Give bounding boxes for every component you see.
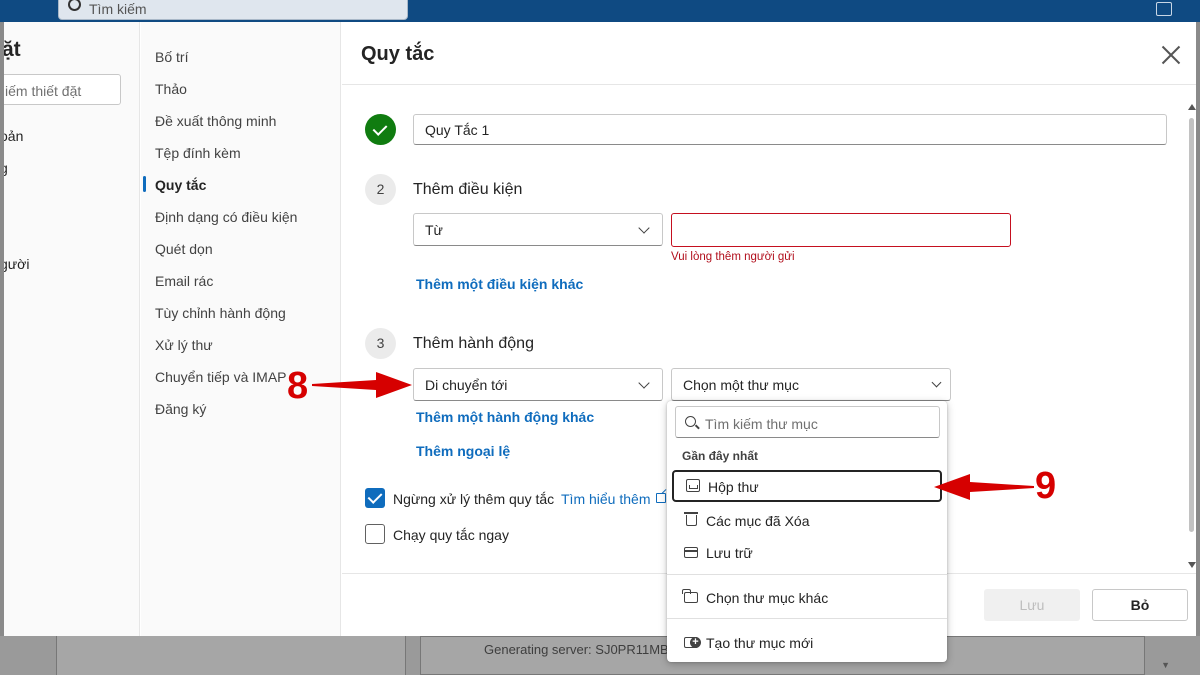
- step-number-2: 2: [365, 174, 396, 205]
- settings-category-column: ặt iếm thiết đặt oản g gười: [4, 22, 140, 636]
- add-action-title: Thêm hành động: [413, 335, 534, 352]
- sender-input[interactable]: [671, 213, 1011, 247]
- settings-search-input[interactable]: iếm thiết đặt: [4, 74, 121, 105]
- app-search-placeholder: Tìm kiếm: [89, 1, 147, 17]
- action-dropdown[interactable]: Di chuyển tới: [413, 368, 663, 401]
- discard-button[interactable]: Bỏ: [1092, 589, 1188, 621]
- learn-more-link[interactable]: Tìm hiểu thêm: [561, 491, 650, 507]
- settings-nav-column: Bố trí Thảo Đề xuất thông minh Tệp đính …: [141, 22, 341, 636]
- app-search-box[interactable]: Tìm kiếm: [58, 0, 408, 20]
- folder-search-input[interactable]: Tìm kiếm thư mục: [675, 406, 940, 438]
- new-folder-icon: [684, 637, 701, 648]
- annotation-number-9: 9: [1035, 465, 1057, 507]
- folder-icon: [682, 589, 698, 603]
- background-scroll-arrow-icon: ▼: [1161, 660, 1170, 670]
- folder-dropdown[interactable]: Chọn một thư mục: [671, 368, 951, 401]
- folder-search-placeholder: Tìm kiếm thư mục: [705, 416, 818, 432]
- add-exception-link[interactable]: Thêm ngoại lệ: [416, 443, 510, 459]
- nav-item-message-handling[interactable]: Xử lý thư: [155, 337, 213, 353]
- chevron-down-icon: [638, 377, 650, 389]
- recent-folders-heading: Gần đây nhất: [682, 449, 759, 463]
- search-icon: [68, 0, 81, 11]
- nav-item-attachments[interactable]: Tệp đính kèm: [155, 145, 241, 161]
- category-accounts[interactable]: oản: [4, 128, 23, 144]
- annotation-number-8: 8: [287, 365, 309, 407]
- run-now-checkbox[interactable]: [365, 524, 385, 544]
- condition-dropdown-value: Từ: [425, 222, 443, 238]
- page-title: Quy tắc: [361, 43, 435, 65]
- settings-dialog: ặt iếm thiết đặt oản g gười Bố trí Thảo …: [4, 22, 1196, 636]
- add-action-link[interactable]: Thêm một hành động khác: [416, 409, 594, 425]
- folder-item-label: Lưu trữ: [706, 545, 753, 561]
- scrollbar[interactable]: [1187, 102, 1196, 572]
- create-new-folder-item[interactable]: Tạo thư mục mới: [670, 626, 942, 658]
- close-icon[interactable]: [1159, 43, 1183, 67]
- background-server-text: Generating server: SJ0PR11MB5: [484, 642, 676, 657]
- run-now-label: Chạy quy tắc ngay: [393, 527, 509, 543]
- nav-item-customize-actions[interactable]: Tùy chỉnh hành động: [155, 305, 286, 321]
- nav-item-layout[interactable]: Bố trí: [155, 49, 188, 65]
- search-icon: [685, 416, 696, 427]
- popup-divider: [667, 574, 947, 575]
- nav-item-junk-email[interactable]: Email rác: [155, 273, 213, 289]
- folder-item-deleted[interactable]: Các mục đã Xóa: [670, 504, 942, 536]
- folder-picker-popup: Tìm kiếm thư mục Gần đây nhất Hộp thư Cá…: [667, 401, 947, 662]
- action-dropdown-value: Di chuyển tới: [425, 377, 508, 393]
- choose-other-folder-item[interactable]: Chọn thư mục khác: [670, 581, 942, 613]
- nav-item-compose[interactable]: Thảo: [155, 81, 187, 97]
- annotation-arrow-9: [934, 474, 1034, 500]
- scroll-thumb[interactable]: [1189, 118, 1194, 532]
- nav-item-subscriptions[interactable]: Đăng ký: [155, 401, 206, 417]
- inbox-icon: [686, 479, 700, 492]
- nav-item-smart-suggestions[interactable]: Đề xuất thông minh: [155, 113, 276, 129]
- choose-other-folder-label: Chọn thư mục khác: [706, 590, 829, 606]
- folder-item-archive[interactable]: Lưu trữ: [670, 536, 942, 568]
- compose-icon[interactable]: [1156, 2, 1172, 16]
- rule-name-input[interactable]: Quy Tắc 1: [413, 114, 1167, 145]
- trash-icon: [684, 512, 698, 526]
- step-number-3: 3: [365, 328, 396, 359]
- popup-divider: [667, 618, 947, 619]
- nav-active-marker: [143, 176, 146, 192]
- folder-item-label: Các mục đã Xóa: [706, 513, 810, 529]
- sender-error-message: Vui lòng thêm người gửi: [671, 251, 795, 263]
- nav-item-forwarding-imap[interactable]: Chuyển tiếp và IMAP: [155, 369, 287, 385]
- stop-processing-checkbox[interactable]: [365, 488, 385, 508]
- add-condition-link[interactable]: Thêm một điều kiện khác: [416, 276, 583, 292]
- condition-dropdown[interactable]: Từ: [413, 213, 663, 246]
- external-link-icon: [656, 493, 666, 503]
- nav-item-sweep[interactable]: Quét dọn: [155, 241, 213, 257]
- chevron-down-icon: [931, 377, 942, 388]
- annotation-arrow-8: [312, 372, 412, 398]
- category-people[interactable]: gười: [4, 256, 29, 272]
- archive-icon: [683, 547, 698, 558]
- create-new-folder-label: Tạo thư mục mới: [706, 635, 814, 651]
- nav-item-conditional-formatting[interactable]: Định dạng có điều kiện: [155, 209, 297, 225]
- settings-title: ặt: [4, 38, 21, 61]
- scroll-down-arrow-icon[interactable]: [1188, 562, 1196, 568]
- scroll-up-arrow-icon[interactable]: [1188, 104, 1196, 110]
- nav-item-rules[interactable]: Quy tắc: [155, 177, 206, 193]
- folder-dropdown-value: Chọn một thư mục: [683, 377, 799, 393]
- category-general[interactable]: g: [4, 160, 8, 176]
- background-panel: [56, 636, 406, 675]
- checkmark-icon: [365, 114, 396, 145]
- chevron-down-icon: [638, 222, 650, 234]
- add-condition-title: Thêm điều kiện: [413, 181, 523, 198]
- folder-item-inbox[interactable]: Hộp thư: [672, 470, 942, 502]
- header-divider: [342, 84, 1196, 85]
- save-button[interactable]: Lưu: [984, 589, 1080, 621]
- folder-item-label: Hộp thư: [708, 479, 759, 495]
- app-top-bar: Tìm kiếm: [0, 0, 1200, 22]
- stop-processing-label: Ngừng xử lý thêm quy tắc: [393, 491, 555, 507]
